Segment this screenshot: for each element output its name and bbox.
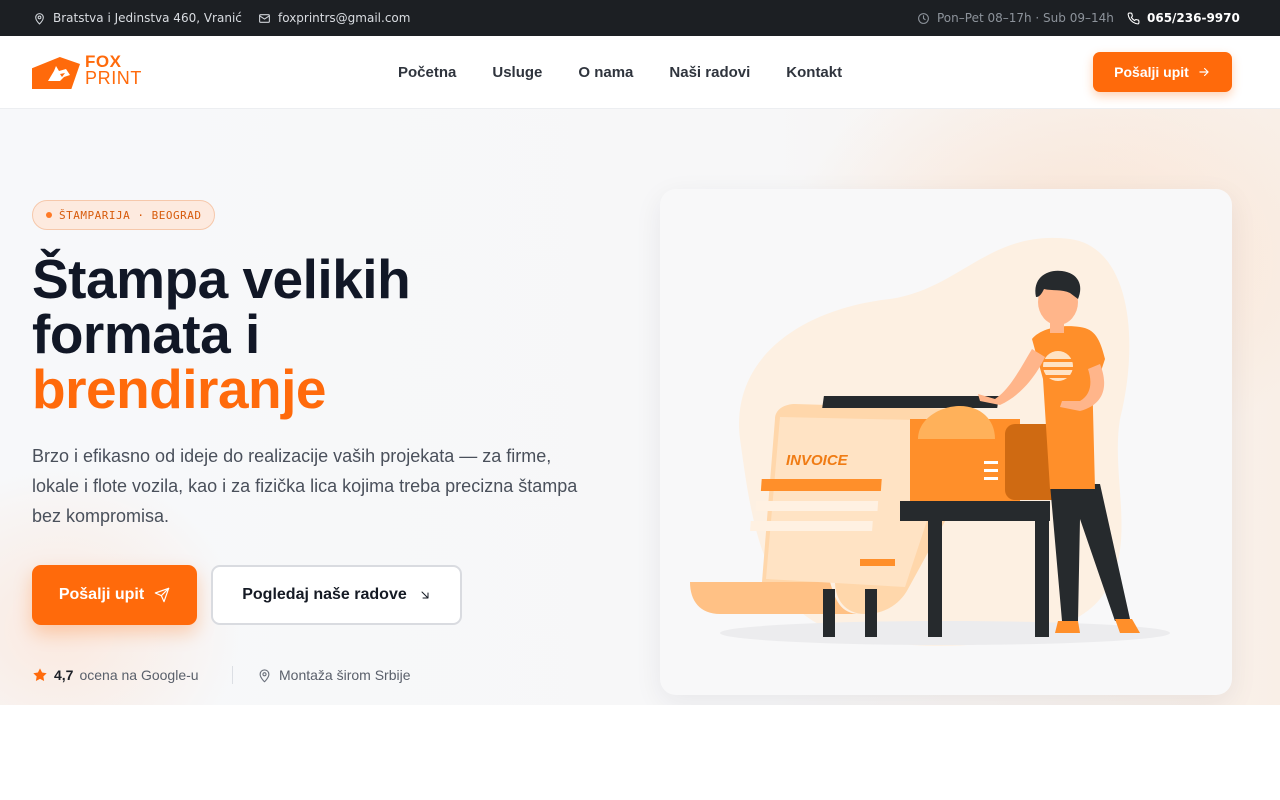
top-info-bar: Bratstva i Jedinstva 460, Vranić foxprin…	[0, 0, 1280, 36]
hero-primary-label: Pošalji upit	[58, 586, 145, 603]
location-pin-icon	[259, 668, 270, 682]
printer-vent-2	[984, 469, 998, 472]
printer-top-board	[822, 396, 999, 408]
printer-leg-left	[928, 519, 942, 637]
hero-title: Štampa velikih formata i brendiranje	[32, 252, 592, 417]
invoice-line-3	[750, 521, 873, 531]
hero-title-line-1: Štampa velikih	[32, 248, 411, 310]
phone-item[interactable]: 065/236-9970	[1127, 0, 1240, 36]
printer-vent-3	[984, 477, 998, 480]
header-cta-label: Pošalji upit	[1114, 64, 1189, 80]
invoice-bar-1	[760, 479, 882, 491]
rating-divider	[232, 666, 233, 684]
floor-shadow	[720, 621, 1170, 645]
installation-info: Montaža širom Srbije	[257, 665, 411, 685]
rating-label: ocena na Google-u	[79, 667, 199, 683]
hero-secondary-label: Pogledaj naše radove	[242, 586, 407, 603]
printer-leg-right	[1035, 519, 1049, 637]
invoice-label: INVOICE	[786, 452, 849, 469]
hero-section: ŠTAMPARIJA · BEOGRAD Štampa velikih form…	[0, 109, 1280, 705]
hero-illustration-card: INVOICE	[660, 189, 1232, 695]
fox-head-icon	[48, 66, 70, 81]
invoice-line-2	[755, 501, 879, 511]
printer-illustration: INVOICE	[690, 237, 1170, 646]
header-send-inquiry-button[interactable]: Pošalji upit	[1093, 52, 1232, 92]
nav-item-o-nama[interactable]: O nama	[578, 64, 633, 81]
arrow-down-right-icon	[421, 591, 429, 599]
google-rating: 4,7 ocena na Google-u	[32, 665, 199, 685]
email-link[interactable]: foxprintrs@gmail.com	[278, 11, 410, 25]
printer-leg-back-1	[823, 589, 835, 637]
view-our-work-button[interactable]: Pogledaj naše radove	[211, 565, 462, 625]
star-icon	[33, 668, 47, 681]
installation-text: Montaža širom Srbije	[279, 667, 411, 683]
person-shoe-left	[1055, 621, 1080, 633]
logo-print-word: PRINT	[85, 68, 142, 88]
address-text: Bratstva i Jedinstva 460, Vranić	[53, 11, 242, 25]
nav-item-usluge[interactable]: Usluge	[492, 64, 542, 81]
category-badge: ŠTAMPARIJA · BEOGRAD	[32, 200, 216, 230]
badge-text: ŠTAMPARIJA · BEOGRAD	[59, 208, 202, 222]
working-hours-text: Pon–Pet 08–17h · Sub 09–14h	[937, 11, 1114, 25]
logo[interactable]: FOX PRINT	[32, 53, 152, 90]
nav-item-pocetna[interactable]: Početna	[398, 64, 456, 81]
phone-icon	[1127, 12, 1140, 24]
shirt-logo-stripe-2	[1043, 367, 1073, 370]
printer-base	[900, 501, 1050, 521]
printer-leg-back-2	[865, 589, 877, 637]
hero-send-inquiry-button[interactable]: Pošalji upit	[32, 565, 197, 625]
badge-dot-icon	[46, 212, 52, 218]
nav-item-nasi-radovi[interactable]: Naši radovi	[669, 64, 750, 81]
hero-title-line-2: formata i	[32, 303, 260, 365]
shirt-logo-stripe-3	[1043, 375, 1073, 378]
clock-icon	[918, 12, 929, 24]
invoice-mini-bar	[860, 559, 895, 566]
rating-value: 4,7	[54, 667, 74, 683]
nav-item-kontakt[interactable]: Kontakt	[786, 64, 842, 81]
email-item[interactable]: foxprintrs@gmail.com	[258, 0, 410, 36]
site-header: FOX PRINT Početna Usluge O nama Naši rad…	[0, 36, 1280, 109]
phone-link[interactable]: 065/236-9970	[1147, 11, 1240, 25]
working-hours-item: Pon–Pet 08–17h · Sub 09–14h	[917, 0, 1114, 36]
send-icon	[154, 587, 170, 603]
shirt-logo-stripe-1	[1043, 359, 1073, 362]
arrow-right-icon	[1199, 67, 1209, 77]
printer-vent-1	[984, 461, 998, 464]
main-navigation: Početna Usluge O nama Naši radovi Kontak…	[398, 36, 842, 108]
location-pin-icon	[35, 12, 44, 24]
mail-icon	[259, 13, 270, 23]
hero-lead-text: Brzo i efikasno od ideje do realizacije …	[32, 446, 578, 526]
hero-title-accent: brendiranje	[32, 358, 327, 420]
address-item: Bratstva i Jedinstva 460, Vranić	[33, 0, 242, 36]
logo-wordmark: FOX PRINT	[85, 53, 142, 88]
